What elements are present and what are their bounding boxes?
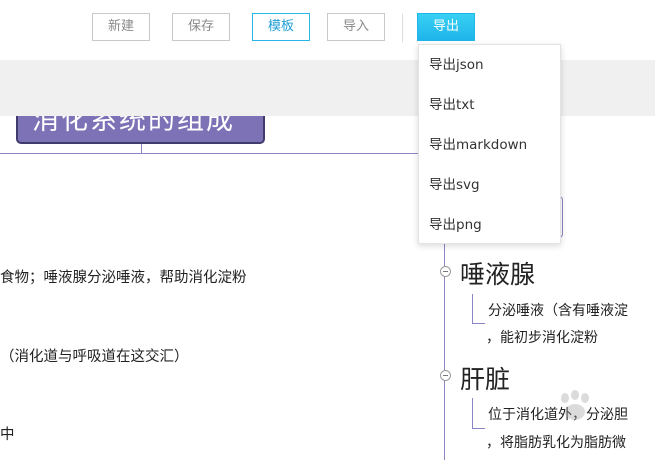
collapse-toggle-icon[interactable] [440,370,451,381]
export-markdown-item[interactable]: 导出markdown [419,125,560,165]
left-branch-text: （消化道与呼吸道在这交汇） [0,349,189,365]
root-node-title: 消化系统的组成 [32,116,235,136]
connector-bracket [472,398,485,429]
connector-bracket [472,294,485,324]
root-node[interactable]: 消化系统的组成 [16,116,265,144]
export-dropdown: 导出json 导出txt 导出markdown 导出svg 导出png [418,44,561,244]
save-button[interactable]: 保存 [172,13,230,41]
export-png-item[interactable]: 导出png [419,205,560,245]
node-title[interactable]: 唾液腺 [460,255,535,291]
template-button[interactable]: 模板 [252,13,310,41]
paw-watermark-icon [561,390,589,420]
node-text: ，能初步消化淀粉 [486,330,598,346]
toolbar-divider [402,14,403,42]
node-text: ，将脂肪乳化为脂肪微 [486,435,626,451]
left-branch-text: 中 [0,427,15,443]
node-title[interactable]: 肝脏 [460,360,510,396]
import-button[interactable]: 导入 [327,13,385,41]
new-button[interactable]: 新建 [92,13,150,41]
export-button[interactable]: 导出 [417,13,475,41]
collapse-toggle-icon[interactable] [440,266,451,277]
connector-line [0,153,445,154]
left-branch-text: 食物；唾液腺分泌唾液，帮助消化淀粉 [0,270,247,286]
export-txt-item[interactable]: 导出txt [419,85,560,125]
connector-line [141,144,142,154]
node-text: 分泌唾液（含有唾液淀 [488,303,628,319]
export-json-item[interactable]: 导出json [419,45,560,85]
export-svg-item[interactable]: 导出svg [419,165,560,205]
